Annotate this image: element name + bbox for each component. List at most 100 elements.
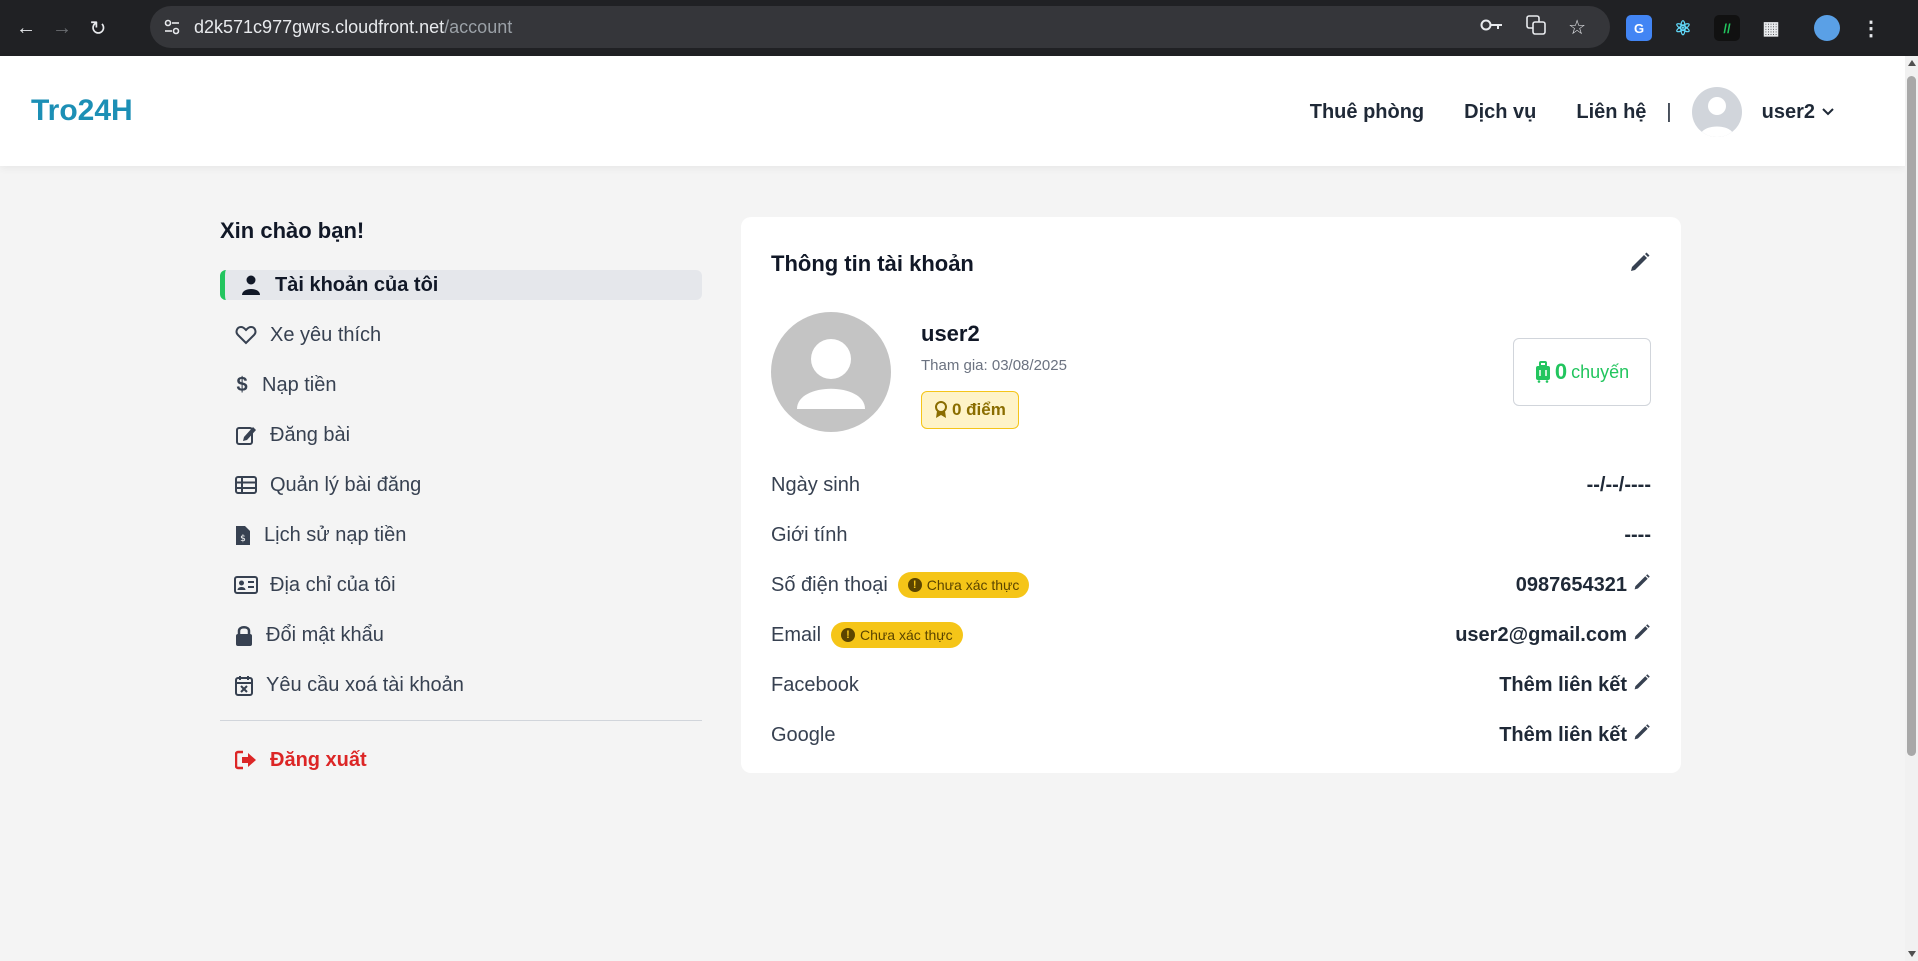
- profile-name: user2: [921, 321, 980, 346]
- key-icon[interactable]: [1480, 18, 1504, 37]
- badge-label: Chưa xác thực: [860, 627, 953, 643]
- nav-thue-phong[interactable]: Thuê phòng: [1310, 101, 1424, 124]
- react-devtools-icon[interactable]: ⚛: [1670, 15, 1696, 41]
- sidebar-item-top-up[interactable]: $ Nạp tiền: [220, 370, 702, 400]
- bookmark-star-icon[interactable]: ☆: [1568, 15, 1586, 40]
- sidebar-item-label: Lịch sử nạp tiền: [264, 523, 407, 546]
- row-birthday: Ngày sinh --/--/----: [771, 460, 1651, 510]
- sidebar-item-delete-account[interactable]: Yêu cầu xoá tài khoản: [220, 670, 702, 700]
- nav-separator: |: [1666, 100, 1672, 123]
- edit-icon: [234, 424, 258, 446]
- translate-icon[interactable]: [1526, 14, 1546, 40]
- points-label: 0 điểm: [952, 400, 1006, 419]
- link-facebook-button[interactable]: Thêm liên kết: [1499, 673, 1651, 697]
- svg-text:$: $: [240, 534, 246, 544]
- logout-button[interactable]: Đăng xuất: [220, 745, 702, 775]
- row-value: Thêm liên kết: [1499, 723, 1627, 746]
- unverified-badge[interactable]: ! Chưa xác thực: [831, 622, 963, 648]
- page: Tro24H Thuê phòng Dịch vụ Liên hệ | user…: [0, 56, 1905, 961]
- sidebar-item-manage-posts[interactable]: Quản lý bài đăng: [220, 470, 702, 500]
- reload-icon[interactable]: ↻: [80, 10, 116, 46]
- joined-date: Tham gia: 03/08/2025: [921, 357, 1067, 374]
- lock-icon: [234, 625, 254, 646]
- sidebar-item-topup-history[interactable]: $ Lịch sử nạp tiền: [220, 520, 702, 550]
- edit-phone-pencil-icon[interactable]: [1633, 573, 1651, 597]
- sidebar-item-favorites[interactable]: Xe yêu thích: [220, 320, 702, 350]
- scroll-up-arrow-icon[interactable]: [1908, 60, 1916, 66]
- table-icon: [234, 476, 258, 494]
- sidebar-item-label: Yêu cầu xoá tài khoản: [266, 673, 464, 696]
- row-value: 0987654321: [1515, 573, 1627, 596]
- suitcase-icon: [1535, 361, 1551, 383]
- scroll-down-arrow-icon[interactable]: [1908, 951, 1916, 957]
- edit-email-pencil-icon[interactable]: [1633, 623, 1651, 647]
- extension-icon[interactable]: //: [1714, 15, 1740, 41]
- account-sidebar: Xin chào bạn! Tài khoản của tôi Xe yêu t…: [220, 218, 702, 795]
- sign-out-icon: [234, 750, 258, 770]
- browser-toolbar: ← → ↻ d2k571c977gwrs.cloudfront.net/acco…: [0, 0, 1918, 56]
- card-title: Thông tin tài khoản: [771, 251, 974, 276]
- google-translate-extension-icon[interactable]: G: [1626, 15, 1652, 41]
- dollar-icon: $: [236, 373, 248, 396]
- row-label: Số điện thoại: [771, 573, 888, 596]
- sidebar-divider: [220, 720, 702, 721]
- row-google: Google Thêm liên kết: [771, 710, 1651, 760]
- trips-counter[interactable]: 0 chuyến: [1513, 338, 1651, 406]
- unverified-badge[interactable]: ! Chưa xác thực: [897, 572, 1030, 598]
- sidebar-item-label: Đăng bài: [270, 423, 351, 446]
- row-value-wrap: 0987654321: [1516, 573, 1651, 597]
- sidebar-item-create-post[interactable]: Đăng bài: [220, 420, 702, 450]
- profile-avatar[interactable]: [771, 312, 891, 432]
- row-gender: Giới tính ----: [771, 510, 1651, 560]
- address-bar[interactable]: d2k571c977gwrs.cloudfront.net/account ☆: [150, 6, 1610, 48]
- browser-menu-icon[interactable]: ⋮: [1858, 15, 1884, 41]
- nav-lien-he[interactable]: Liên hệ: [1576, 101, 1646, 124]
- user-icon: [239, 275, 263, 295]
- pencil-icon: [1633, 723, 1651, 747]
- sidebar-item-label: Nạp tiền: [262, 373, 337, 396]
- row-value-wrap: user2@gmail.com: [1455, 623, 1651, 647]
- page-scrollbar[interactable]: [1905, 56, 1918, 961]
- nav-dich-vu[interactable]: Dịch vụ: [1464, 101, 1536, 124]
- sidebar-item-my-address[interactable]: Địa chỉ của tôi: [220, 570, 702, 600]
- exclamation-icon: !: [907, 578, 922, 592]
- user-menu-username[interactable]: user2: [1762, 101, 1815, 124]
- row-email: Email ! Chưa xác thực user2@gmail.com: [771, 610, 1651, 660]
- points-badge: 0 điểm: [921, 391, 1019, 429]
- link-google-button[interactable]: Thêm liên kết: [1499, 723, 1651, 747]
- row-value: --/--/----: [1586, 473, 1651, 496]
- logout-label: Đăng xuất: [270, 748, 367, 771]
- row-value: user2@gmail.com: [1455, 623, 1627, 646]
- sidebar-item-label: Xe yêu thích: [270, 323, 382, 346]
- edit-profile-pencil-icon[interactable]: [1629, 251, 1651, 278]
- row-label: Google: [771, 723, 836, 746]
- exclamation-icon: !: [841, 628, 856, 642]
- avatar[interactable]: [1691, 87, 1742, 137]
- url-text: d2k571c977gwrs.cloudfront.net/account: [194, 16, 513, 37]
- row-label: Email: [771, 623, 822, 646]
- back-icon[interactable]: ←: [8, 10, 44, 46]
- row-value: Thêm liên kết: [1499, 673, 1627, 696]
- sidebar-item-label: Tài khoản của tôi: [275, 273, 439, 296]
- site-logo[interactable]: Tro24H: [31, 94, 133, 128]
- row-value: ----: [1624, 523, 1651, 546]
- extensions-puzzle-icon[interactable]: ▦: [1758, 15, 1784, 41]
- row-label: Facebook: [771, 673, 859, 696]
- sidebar-item-label: Quản lý bài đăng: [270, 473, 422, 496]
- chevron-down-icon[interactable]: [1821, 104, 1835, 120]
- trips-count: 0: [1554, 359, 1568, 384]
- scrollbar-thumb[interactable]: [1907, 76, 1916, 756]
- site-settings-icon[interactable]: [150, 18, 194, 36]
- forward-icon[interactable]: →: [44, 10, 80, 46]
- sidebar-item-my-account[interactable]: Tài khoản của tôi: [220, 270, 702, 300]
- award-icon: [934, 401, 948, 419]
- greeting: Xin chào bạn!: [220, 218, 365, 243]
- row-phone: Số điện thoại ! Chưa xác thực 0987654321: [771, 560, 1651, 610]
- profile-avatar-icon[interactable]: [1814, 15, 1840, 41]
- calendar-x-icon: [234, 675, 254, 696]
- row-facebook: Facebook Thêm liên kết: [771, 660, 1651, 710]
- row-label-wrap: Email ! Chưa xác thực: [771, 622, 963, 648]
- site-header: Tro24H Thuê phòng Dịch vụ Liên hệ | user…: [0, 56, 1905, 166]
- sidebar-item-change-password[interactable]: Đổi mật khẩu: [220, 620, 702, 650]
- row-label-wrap: Số điện thoại ! Chưa xác thực: [771, 572, 1030, 598]
